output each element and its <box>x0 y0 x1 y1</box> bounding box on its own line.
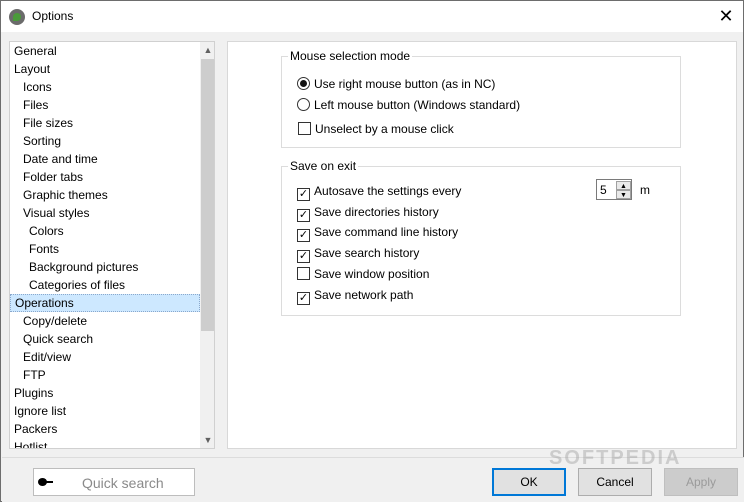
tree-item[interactable]: Copy/delete <box>10 312 200 330</box>
ok-button[interactable]: OK <box>492 468 566 496</box>
save-option-checkbox[interactable]: ✓ <box>297 209 310 222</box>
tree-item[interactable]: Quick search <box>10 330 200 348</box>
cancel-button[interactable]: Cancel <box>578 468 652 496</box>
unselect-checkbox[interactable] <box>298 122 311 135</box>
tree-list: General Layout Icons Files File sizes Sorting… <box>10 42 200 448</box>
unselect-label: Unselect by a mouse click <box>315 122 454 136</box>
radio-right-mouse[interactable]: Use right mouse button (as in NC) <box>297 75 495 93</box>
tree-item[interactable]: Operations <box>10 294 200 312</box>
radio-right-mouse-indicator[interactable] <box>297 77 310 90</box>
radio-right-mouse-label: Use right mouse button (as in NC) <box>314 77 496 91</box>
radio-left-mouse-label: Left mouse button (Windows standard) <box>314 98 521 112</box>
tree-item[interactable]: Visual styles <box>10 204 200 222</box>
save-option-row[interactable]: ✓ Autosave the settings every <box>297 182 462 201</box>
tree-item[interactable]: General <box>10 42 200 60</box>
tree-item[interactable]: Edit/view <box>10 348 200 366</box>
spin-down-arrow-icon[interactable]: ▼ <box>616 190 631 199</box>
tree-item[interactable]: Fonts <box>10 240 200 258</box>
quick-search-icon <box>38 477 53 487</box>
tree-item[interactable]: Background pictures <box>10 258 200 276</box>
autosave-interval-stepper[interactable]: 5 ▲ ▼ <box>596 179 632 200</box>
tree-item[interactable]: Date and time <box>10 150 200 168</box>
autosave-unit: m <box>640 183 650 197</box>
autosave-interval-value[interactable]: 5 <box>600 182 607 198</box>
save-option-checkbox[interactable]: ✓ <box>297 229 310 242</box>
tree-item[interactable]: Ignore list <box>10 402 200 420</box>
scroll-up-arrow-icon[interactable]: ▲ <box>200 42 214 58</box>
settings-panel: Mouse selection mode Use right mouse but… <box>227 41 737 449</box>
close-button[interactable]: ✕ <box>709 1 743 32</box>
scroll-down-arrow-icon[interactable]: ▼ <box>200 432 214 448</box>
options-tree: General Layout Icons Files File sizes Sorting… <box>9 41 215 449</box>
save-option-label: Save directories history <box>314 205 439 219</box>
save-option-row[interactable]: ✓ Save command line history <box>297 223 459 242</box>
save-option-label: Save window position <box>314 267 430 281</box>
save-option-row[interactable]: ✓ Save network path <box>297 286 414 305</box>
tree-item[interactable]: Categories of files <box>10 276 200 294</box>
mouse-selection-title: Mouse selection mode <box>288 49 413 63</box>
tree-scrollbar[interactable]: ▲ ▼ <box>200 42 214 448</box>
tree-item[interactable]: Icons <box>10 78 200 96</box>
apply-button[interactable]: Apply <box>664 468 738 496</box>
tree-item[interactable]: Packers <box>10 420 200 438</box>
window-title: Options <box>32 9 74 23</box>
options-window: Options ✕ General Layout Icons Files File si… <box>0 0 744 502</box>
save-option-label: Autosave the settings every <box>314 184 462 198</box>
tree-item[interactable]: Plugins <box>10 384 200 402</box>
save-option-checkbox[interactable]: ✓ <box>297 292 310 305</box>
tree-item[interactable]: Layout <box>10 60 200 78</box>
tree-item[interactable]: FTP <box>10 366 200 384</box>
tree-item[interactable]: Sorting <box>10 132 200 150</box>
save-option-row[interactable]: ✓ Save directories history <box>297 203 439 222</box>
unselect-by-click-option[interactable]: Unselect by a mouse click <box>298 120 454 138</box>
app-logo-icon <box>9 9 25 25</box>
tree-item[interactable]: Folder tabs <box>10 168 200 186</box>
radio-left-mouse[interactable]: Left mouse button (Windows standard) <box>297 96 520 114</box>
softpedia-watermark: SOFTPEDIA <box>549 447 682 469</box>
save-on-exit-title: Save on exit <box>288 159 359 173</box>
scroll-thumb[interactable] <box>201 59 214 331</box>
tree-item[interactable]: File sizes <box>10 114 200 132</box>
mouse-selection-group: Mouse selection mode Use right mouse but… <box>281 49 681 148</box>
title-bar: Options ✕ <box>1 1 743 32</box>
tree-item[interactable]: Colors <box>10 222 200 240</box>
save-option-row[interactable]: ✓ Save search history <box>297 244 420 263</box>
save-option-label: Save search history <box>314 246 420 260</box>
save-option-checkbox[interactable]: ✓ <box>297 188 310 201</box>
tree-item[interactable]: Hotlist <box>10 438 200 448</box>
tree-item[interactable]: Graphic themes <box>10 186 200 204</box>
tree-item[interactable]: Files <box>10 96 200 114</box>
save-option-label: Save network path <box>314 288 414 302</box>
quick-search-placeholder[interactable]: Quick search <box>82 475 164 491</box>
save-option-label: Save command line history <box>314 225 459 239</box>
radio-left-mouse-indicator[interactable] <box>297 98 310 111</box>
spin-up-arrow-icon[interactable]: ▲ <box>616 181 631 190</box>
save-option-checkbox[interactable] <box>297 267 310 280</box>
save-option-checkbox[interactable]: ✓ <box>297 250 310 263</box>
save-on-exit-group: Save on exit ✓ Autosave the settings ever… <box>281 159 681 316</box>
quick-search-box[interactable]: Quick search <box>33 468 195 496</box>
save-option-row[interactable]: Save window position <box>297 265 429 283</box>
